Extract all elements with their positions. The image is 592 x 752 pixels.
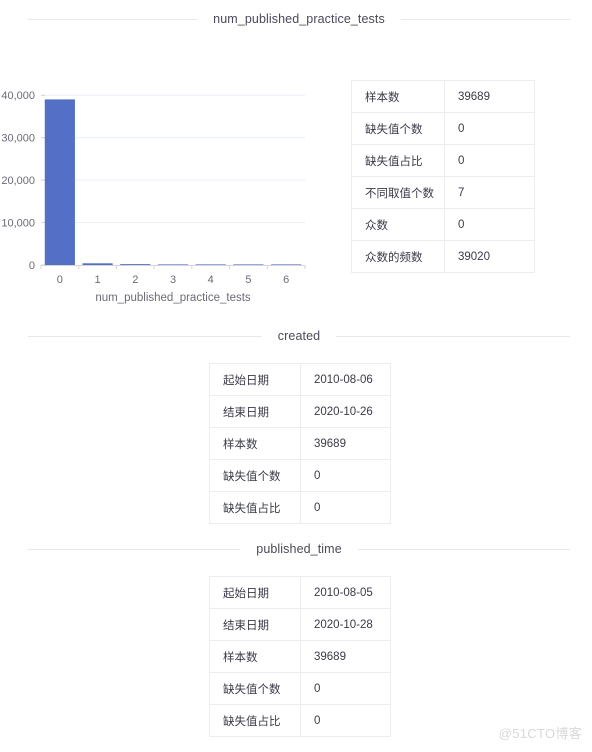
stat-value: 0 <box>300 491 391 524</box>
section-header-created: created <box>28 329 570 343</box>
y-tick-label: 30,000 <box>1 133 35 145</box>
bar <box>195 264 226 265</box>
watermark: @51CTO博客 <box>498 726 582 741</box>
stat-value: 2010-08-05 <box>300 576 391 609</box>
stats-table-body: 样本数 39689 缺失值个数 0 缺失值占比 0 不同取值个数 7 众数 0 众数的频数 39020 <box>351 80 535 273</box>
section-header-num-published-practice-tests: num_published_practice_tests <box>28 12 570 26</box>
stats-table-body: 起始日期 2010-08-06 结束日期 2020-10-26 样本数 39689 缺失值个… <box>209 363 391 524</box>
stat-label: 样本数 <box>209 640 301 673</box>
bar <box>233 264 264 265</box>
section-title: published_time <box>256 542 342 556</box>
chart-x-axis-tick-labels: 0 1 2 3 4 5 6 <box>57 274 289 286</box>
table-row: 样本数 39689 <box>209 427 391 460</box>
table-row: 缺失值占比 0 <box>209 704 391 737</box>
stat-label: 缺失值个数 <box>351 112 445 145</box>
histogram-chart-num-published-practice-tests: 0 10,000 20,000 30,000 40,000 0 1 2 3 4 5 6 num_pu… <box>0 70 330 310</box>
divider-rule-left <box>28 335 262 337</box>
table-row: 起始日期 2010-08-05 <box>209 576 391 609</box>
stat-label: 众数 <box>351 208 445 241</box>
section-header-published-time: published_time <box>28 542 571 556</box>
stat-label: 缺失值占比 <box>209 491 301 524</box>
stat-label: 结束日期 <box>209 608 301 641</box>
table-row: 缺失值占比 0 <box>351 144 535 177</box>
divider-rule-left <box>28 18 198 20</box>
stat-label: 缺失值个数 <box>209 459 301 492</box>
stat-value: 0 <box>444 144 535 177</box>
y-tick-label: 40,000 <box>1 90 35 102</box>
y-tick-label: 20,000 <box>1 175 35 187</box>
bar <box>44 99 75 266</box>
x-tick-label: 6 <box>283 274 289 286</box>
table-row: 缺失值个数 0 <box>209 459 391 492</box>
stat-value: 0 <box>300 672 391 705</box>
stat-value: 0 <box>300 704 391 737</box>
stat-label: 众数的频数 <box>351 240 445 273</box>
bar <box>82 263 113 265</box>
stat-label: 缺失值占比 <box>209 704 301 737</box>
chart-gridlines <box>41 94 305 224</box>
y-tick-label: 10,000 <box>1 218 35 230</box>
stats-table-num-published-practice-tests: 样本数 39689 缺失值个数 0 缺失值占比 0 不同取值个数 7 众数 0 众数的频数 39020 <box>351 80 535 273</box>
x-tick-label: 3 <box>170 274 176 286</box>
stat-label: 缺失值个数 <box>209 672 301 705</box>
chart-bars <box>44 99 302 266</box>
stat-value: 2020-10-26 <box>300 395 391 428</box>
chart-x-axis-title: num_published_practice_tests <box>95 292 251 304</box>
stat-label: 结束日期 <box>209 395 301 428</box>
stat-value: 39689 <box>300 427 391 460</box>
section-title: created <box>277 329 321 343</box>
table-row: 众数 0 <box>351 208 535 241</box>
stat-value: 0 <box>444 112 535 145</box>
table-row: 众数的频数 39020 <box>351 240 535 273</box>
divider-rule-right <box>357 548 571 550</box>
stat-label: 缺失值占比 <box>351 144 445 177</box>
divider-rule-left <box>28 548 241 550</box>
x-tick-label: 4 <box>208 274 214 286</box>
divider-rule-right <box>336 335 570 337</box>
stat-value: 0 <box>300 459 391 492</box>
bar <box>120 264 151 265</box>
table-row: 样本数 39689 <box>209 640 391 673</box>
stats-table-published-time: 起始日期 2010-08-05 结束日期 2020-10-28 样本数 39689 缺失值个… <box>209 576 391 737</box>
stat-value: 2020-10-28 <box>300 608 391 641</box>
table-row: 样本数 39689 <box>351 80 535 113</box>
stat-value: 0 <box>444 208 535 241</box>
stat-value: 2010-08-06 <box>300 363 391 396</box>
bar <box>271 264 302 265</box>
table-row: 缺失值个数 0 <box>351 112 535 145</box>
stat-label: 样本数 <box>351 80 445 113</box>
stats-table-created: 起始日期 2010-08-06 结束日期 2020-10-26 样本数 39689 缺失值个… <box>209 363 391 524</box>
stat-value: 39689 <box>300 640 391 673</box>
table-row: 起始日期 2010-08-06 <box>209 363 391 396</box>
x-tick-label: 5 <box>245 274 251 286</box>
stat-value: 7 <box>444 176 535 209</box>
table-row: 缺失值个数 0 <box>209 672 391 705</box>
stat-label: 样本数 <box>209 427 301 460</box>
table-row: 结束日期 2020-10-28 <box>209 608 391 641</box>
table-row: 结束日期 2020-10-26 <box>209 395 391 428</box>
stat-label: 起始日期 <box>209 576 301 609</box>
x-tick-label: 2 <box>132 274 138 286</box>
x-tick-label: 0 <box>57 274 63 286</box>
y-tick-label: 0 <box>29 260 35 272</box>
stat-value: 39689 <box>444 80 535 113</box>
bar <box>157 264 189 265</box>
table-row: 缺失值占比 0 <box>209 491 391 524</box>
chart-y-axis-tick-marks <box>41 94 45 266</box>
stat-label: 起始日期 <box>209 363 301 396</box>
chart-y-axis-tick-labels: 0 10,000 20,000 30,000 40,000 <box>1 90 35 272</box>
table-row: 不同取值个数 7 <box>351 176 535 209</box>
stat-label: 不同取值个数 <box>351 176 445 209</box>
divider-rule-right <box>400 18 570 20</box>
x-tick-label: 1 <box>95 274 101 286</box>
stat-value: 39020 <box>444 240 535 273</box>
section-title: num_published_practice_tests <box>213 12 385 26</box>
stats-table-body: 起始日期 2010-08-05 结束日期 2020-10-28 样本数 39689 缺失值个… <box>209 576 391 737</box>
chart-canvas: 0 10,000 20,000 30,000 40,000 0 1 2 3 4 5 6 num_pu… <box>1 90 306 304</box>
